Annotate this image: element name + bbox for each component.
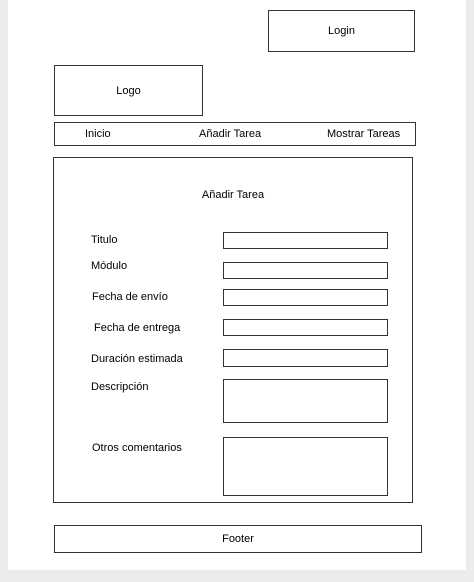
nav-item-anadir-tarea[interactable]: Añadir Tarea bbox=[199, 128, 261, 140]
form-title: Añadir Tarea bbox=[201, 189, 265, 201]
add-task-form: Añadir Tarea Titulo Módulo Fecha de enví… bbox=[53, 157, 413, 503]
other-comments-textarea[interactable] bbox=[223, 437, 388, 496]
send-date-input[interactable] bbox=[223, 289, 388, 306]
title-input[interactable] bbox=[223, 232, 388, 249]
send-date-field-label: Fecha de envío bbox=[92, 291, 168, 303]
estimated-duration-field-label: Duración estimada bbox=[91, 353, 183, 365]
nav-bar: Inicio Añadir Tarea Mostrar Tareas bbox=[54, 122, 416, 146]
logo-label: Logo bbox=[116, 84, 141, 97]
logo: Logo bbox=[54, 65, 203, 116]
due-date-field-label: Fecha de entrega bbox=[94, 322, 181, 334]
due-date-input[interactable] bbox=[223, 319, 388, 336]
title-field-label: Titulo bbox=[91, 234, 118, 246]
footer-label: Footer bbox=[222, 533, 254, 545]
module-input[interactable] bbox=[223, 262, 388, 279]
module-field-label: Módulo bbox=[91, 260, 128, 272]
footer: Footer bbox=[54, 525, 422, 553]
other-comments-field-label: Otros comentarios bbox=[92, 442, 182, 454]
estimated-duration-input[interactable] bbox=[223, 349, 388, 367]
nav-item-mostrar-tareas[interactable]: Mostrar Tareas bbox=[327, 128, 400, 140]
description-textarea[interactable] bbox=[223, 379, 388, 423]
login-button[interactable]: Login bbox=[268, 10, 415, 52]
description-field-label: Descripción bbox=[91, 381, 149, 393]
nav-item-inicio[interactable]: Inicio bbox=[85, 128, 111, 140]
login-label: Login bbox=[328, 25, 355, 37]
